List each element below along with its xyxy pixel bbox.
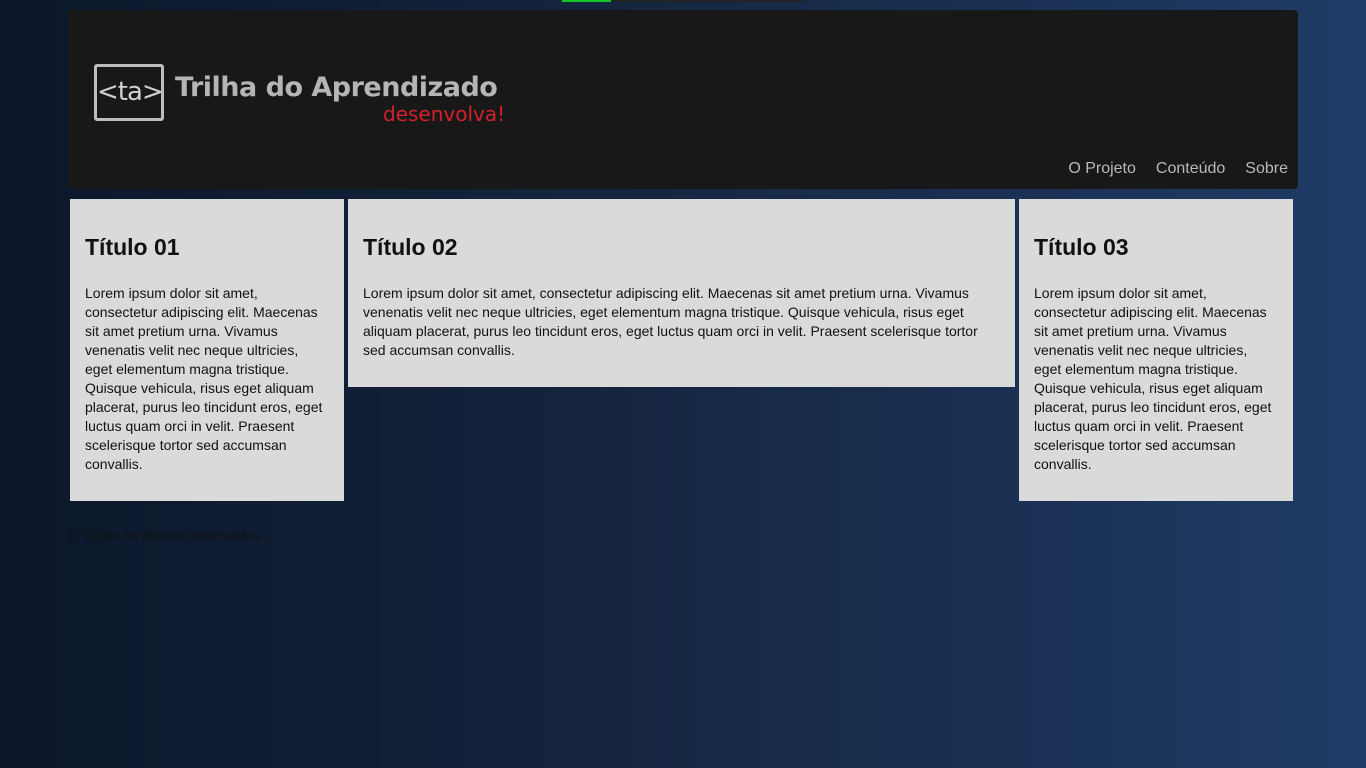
card-text: Lorem ipsum dolor sit amet, consectetur … — [1034, 285, 1272, 472]
site-header: <ta> Trilha do Aprendizado desenvolva! O… — [68, 10, 1298, 189]
top-progress-strip — [562, 0, 804, 2]
site-logo[interactable]: <ta> Trilha do Aprendizado desenvolva! — [94, 64, 534, 136]
main-nav: O Projeto Conteúdo Sobre — [1068, 160, 1288, 178]
card-title: Título 03 — [1034, 234, 1129, 260]
nav-link-sobre[interactable]: Sobre — [1245, 160, 1288, 178]
logo-tagline: desenvolva! — [383, 102, 506, 126]
logo-title: Trilha do Aprendizado — [175, 72, 498, 103]
content-card-3: Título 03 Lorem ipsum dolor sit amet, co… — [1019, 199, 1293, 501]
card-title: Título 01 — [85, 234, 180, 260]
card-title: Título 02 — [363, 234, 458, 260]
card-text: Lorem ipsum dolor sit amet, consectetur … — [85, 285, 323, 472]
nav-link-o-projeto[interactable]: O Projeto — [1068, 160, 1136, 178]
content-card-2: Título 02 Lorem ipsum dolor sit amet, co… — [348, 199, 1015, 387]
top-progress-fill — [562, 0, 611, 2]
card-text: Lorem ipsum dolor sit amet, consectetur … — [363, 285, 978, 358]
site-footer: © Todos os direitos reservados — [68, 527, 261, 543]
content-card-1: Título 01 Lorem ipsum dolor sit amet, co… — [70, 199, 344, 501]
nav-link-conteudo[interactable]: Conteúdo — [1156, 160, 1225, 178]
logo-mark: <ta> — [94, 64, 164, 121]
